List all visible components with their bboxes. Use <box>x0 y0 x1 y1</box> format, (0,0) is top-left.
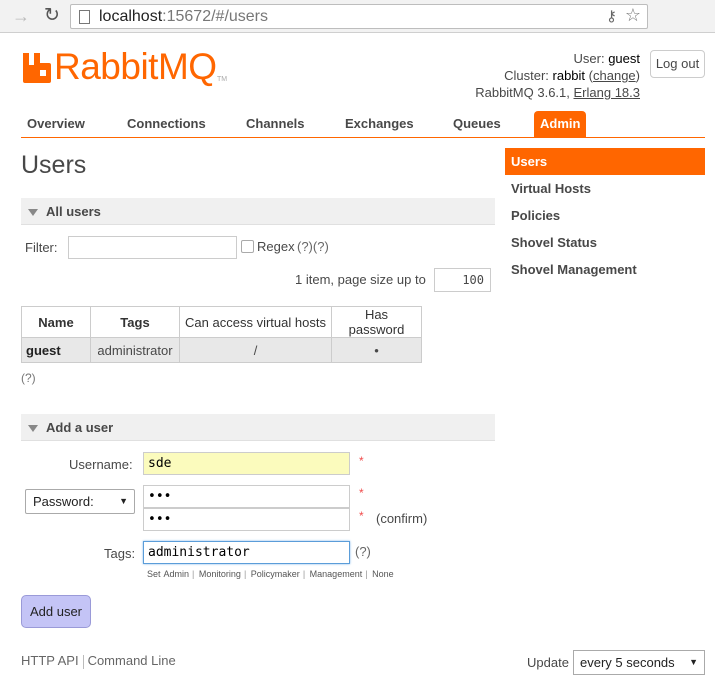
column-header-tags: Tags <box>90 306 180 338</box>
cluster-name: rabbit <box>552 68 586 83</box>
tags-label: Tags: <box>104 546 136 561</box>
logo-trademark: TM <box>217 76 228 83</box>
column-header-password: Has password <box>331 306 422 338</box>
regex-help-links[interactable]: (?)(?) <box>297 239 329 254</box>
footer-divider <box>82 654 84 669</box>
collapse-triangle-icon <box>28 425 38 433</box>
rabbit-logo-icon <box>23 53 51 83</box>
username-label: Username: <box>69 457 133 472</box>
update-label: Update <box>527 655 569 670</box>
forward-arrow-icon[interactable]: → <box>9 5 33 27</box>
password-confirm-input[interactable]: ••• <box>143 508 350 531</box>
admin-sidebar: Users Virtual Hosts Policies Shovel Stat… <box>505 148 705 283</box>
filter-input[interactable] <box>68 236 237 259</box>
tag-preset-set-label: Set <box>147 569 161 579</box>
command-line-link[interactable]: Command Line <box>88 653 176 668</box>
confirm-label: (confirm) <box>376 511 428 526</box>
reload-icon[interactable]: ↻ <box>40 5 64 27</box>
users-table: Name Tags Can access virtual hosts Has p… <box>21 306 422 363</box>
connection-info: User: guest Cluster: rabbit (change) Rab… <box>475 51 641 100</box>
password-mode-select[interactable]: Password: ▼ <box>25 489 135 514</box>
add-user-button[interactable]: Add user <box>21 595 91 628</box>
tab-overview[interactable]: Overview <box>21 111 91 137</box>
filter-label: Filter: <box>25 240 58 255</box>
tab-exchanges[interactable]: Exchanges <box>339 111 420 137</box>
current-user: guest <box>608 51 640 66</box>
main-tabs: Overview Connections Channels Exchanges … <box>21 111 705 138</box>
tab-connections[interactable]: Connections <box>121 111 212 137</box>
erlang-version-link[interactable]: Erlang 18.3 <box>574 85 641 100</box>
required-marker: * <box>359 454 364 468</box>
table-help-link[interactable]: (?) <box>21 371 36 385</box>
user-vhosts: / <box>179 337 332 363</box>
tag-preset-policymaker[interactable]: Policymaker <box>251 569 300 579</box>
regex-checkbox[interactable] <box>241 240 254 253</box>
tag-preset-monitoring[interactable]: Monitoring <box>199 569 241 579</box>
logout-button[interactable]: Log out <box>650 50 705 78</box>
user-tags: administrator <box>90 337 180 363</box>
page-title: Users <box>21 151 87 179</box>
tag-preset-links: Set Admin | Monitoring | Policymaker | Mana… <box>147 569 394 579</box>
key-icon[interactable]: ⚷ <box>606 7 617 25</box>
logo-wordmark: RabbitMQ <box>54 46 217 87</box>
tag-preset-admin[interactable]: Admin <box>164 569 190 579</box>
tab-admin[interactable]: Admin <box>534 111 587 137</box>
collapse-triangle-icon <box>28 209 38 217</box>
tags-input[interactable]: administrator <box>143 541 350 564</box>
table-row[interactable]: guest administrator / • <box>21 337 422 363</box>
address-bar[interactable]: localhost:15672/#/users ⚷ ☆ <box>70 4 648 29</box>
dropdown-caret-icon: ▼ <box>689 657 698 667</box>
all-users-section-header[interactable]: All users <box>21 198 495 225</box>
sidebar-item-virtual-hosts[interactable]: Virtual Hosts <box>505 175 705 202</box>
tab-channels[interactable]: Channels <box>240 111 311 137</box>
required-marker: * <box>359 509 364 523</box>
column-header-vhosts: Can access virtual hosts <box>179 306 332 338</box>
item-count-text: 1 item, page size up to <box>295 272 426 287</box>
required-marker: * <box>359 486 364 500</box>
tag-preset-none[interactable]: None <box>372 569 394 579</box>
add-user-section-header[interactable]: Add a user <box>21 414 495 441</box>
sidebar-item-shovel-management[interactable]: Shovel Management <box>505 256 705 283</box>
page-size-input[interactable]: 100 <box>434 268 491 292</box>
column-header-name: Name <box>21 306 91 338</box>
change-cluster-link[interactable]: change <box>593 68 636 83</box>
tag-preset-management[interactable]: Management <box>310 569 363 579</box>
bookmark-star-icon[interactable]: ☆ <box>625 5 641 26</box>
sidebar-item-shovel-status[interactable]: Shovel Status <box>505 229 705 256</box>
page-icon <box>79 10 90 24</box>
table-header-row: Name Tags Can access virtual hosts Has p… <box>21 306 422 338</box>
http-api-link[interactable]: HTTP API <box>21 653 79 668</box>
sidebar-item-users[interactable]: Users <box>505 148 705 175</box>
version-text: RabbitMQ 3.6.1, <box>475 85 570 100</box>
tab-queues[interactable]: Queues <box>447 111 507 137</box>
username-input[interactable]: sde <box>143 452 350 475</box>
has-password-dot: • <box>331 337 422 363</box>
dropdown-caret-icon: ▼ <box>119 496 128 506</box>
footer-links: HTTP API Command Line <box>21 653 176 669</box>
password-input[interactable]: ••• <box>143 485 350 508</box>
browser-toolbar: → ↻ localhost:15672/#/users ⚷ ☆ <box>0 0 715 33</box>
url-text: localhost:15672/#/users <box>99 8 269 25</box>
sidebar-item-policies[interactable]: Policies <box>505 202 705 229</box>
update-interval-select[interactable]: every 5 seconds ▼ <box>573 650 705 675</box>
tags-help-link[interactable]: (?) <box>355 544 371 559</box>
regex-label: Regex <box>257 239 295 254</box>
user-name-link[interactable]: guest <box>21 337 91 363</box>
